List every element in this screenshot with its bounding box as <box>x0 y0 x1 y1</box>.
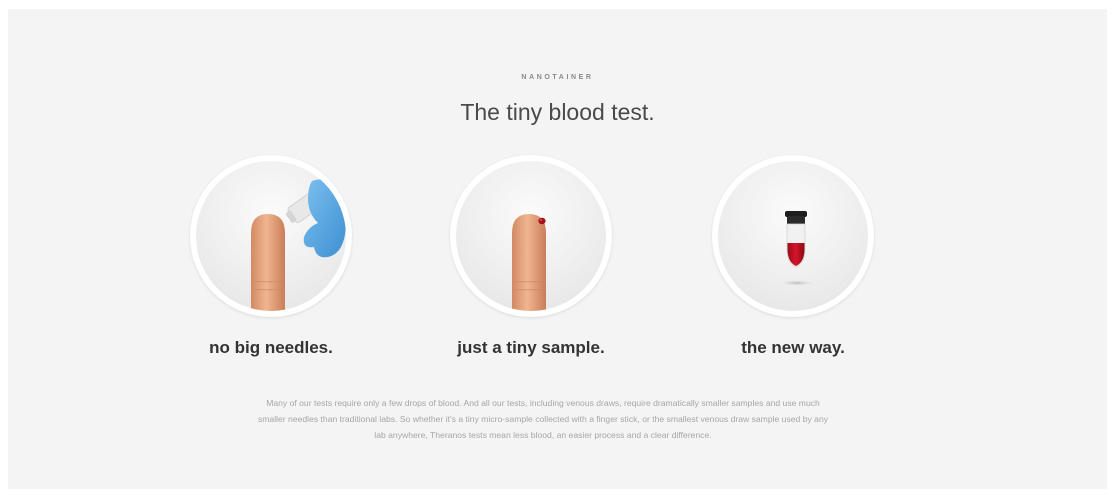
feature-the-new-way: the new way. <box>693 155 893 358</box>
feature-image-circle <box>190 155 352 317</box>
description-paragraph: Many of our tests require only a few dro… <box>257 398 829 440</box>
feature-just-a-tiny-sample: just a tiny sample. <box>431 155 631 358</box>
content-panel: NANOTAINER The tiny blood test. no big n… <box>8 9 1107 489</box>
feature-image-circle <box>450 155 612 317</box>
feature-no-big-needles: no big needles. <box>171 155 371 358</box>
finger-with-blood-drop-icon <box>512 214 546 311</box>
feature-image-circle <box>712 155 874 317</box>
feature-caption: just a tiny sample. <box>457 338 605 357</box>
finger-with-needle-icon <box>251 179 346 311</box>
page-title: The tiny blood test. <box>460 99 655 125</box>
section-eyebrow: NANOTAINER <box>521 74 594 81</box>
blood-vial-icon <box>779 211 815 286</box>
feature-caption: the new way. <box>741 338 845 357</box>
feature-caption: no big needles. <box>209 338 333 357</box>
